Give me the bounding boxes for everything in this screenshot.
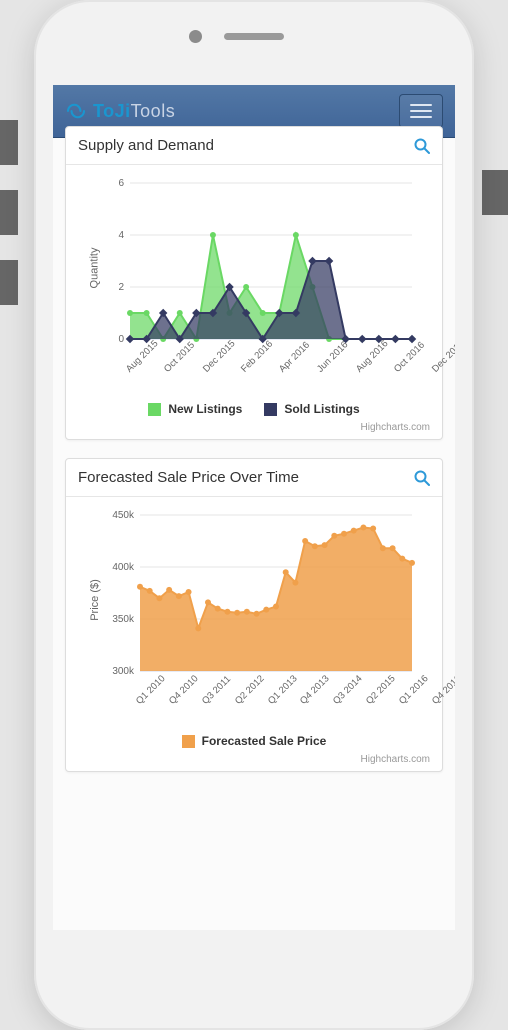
panel-header: Forecasted Sale Price Over Time [66,459,442,497]
bg-stub [0,260,18,305]
y-axis-label: Quantity [88,247,100,288]
panel-title: Forecasted Sale Price Over Time [78,469,299,486]
hamburger-icon [410,116,432,118]
legend-item-sold-listings[interactable]: Sold Listings [264,402,359,416]
phone-frame: ToJiTools Supply and Demand Quantity [34,0,474,1030]
svg-text:0: 0 [118,334,124,345]
phone-speaker-icon [224,33,284,40]
svg-text:350k: 350k [112,614,135,625]
bg-stub [0,190,18,235]
phone-camera-icon [189,30,202,43]
chart-forecast: Price ($) 300k350k400k450k Q1 2010Q4 201… [78,507,430,692]
svg-text:4: 4 [118,230,124,241]
hamburger-icon [410,104,432,106]
legend-label: Sold Listings [284,402,359,416]
content: Supply and Demand Quantity 0 2 4 6 Aug 2015… [53,138,455,784]
svg-text:6: 6 [118,178,124,189]
bg-stub [482,170,508,215]
bg-stub [0,120,18,165]
chart-credit[interactable]: Highcharts.com [78,754,430,765]
legend-item-new-listings[interactable]: New Listings [148,402,242,416]
panel-title: Supply and Demand [78,137,214,154]
brand[interactable]: ToJiTools [65,101,175,122]
y-axis-label: Price ($) [89,579,101,621]
svg-text:2: 2 [118,282,124,293]
legend-label: New Listings [168,402,242,416]
x-axis-ticks: Q1 2010Q4 2010Q3 2011Q2 2012Q1 2013Q4 20… [100,681,436,692]
legend-swatch [182,735,195,748]
chart-credit[interactable]: Highcharts.com [78,422,430,433]
legend-swatch [148,403,161,416]
panel-header: Supply and Demand [66,127,442,165]
panel-body: Quantity 0 2 4 6 Aug 2015Oct 2015Dec 2015Fe… [66,165,442,439]
zoom-icon[interactable] [414,470,430,486]
legend-swatch [264,403,277,416]
menu-button[interactable] [399,94,443,128]
panel-supply-demand: Supply and Demand Quantity 0 2 4 6 Aug 2015… [65,126,443,440]
legend-item-forecast[interactable]: Forecasted Sale Price [182,734,327,748]
hamburger-icon [410,110,432,112]
chart-supply-demand: Quantity 0246 Aug 2015Oct 2015Dec 2015Fe… [78,175,430,360]
svg-text:450k: 450k [112,510,135,521]
legend-label: Forecasted Sale Price [202,734,327,748]
screen: ToJiTools Supply and Demand Quantity [53,85,455,930]
chart-plot: 0 2 4 6 [106,175,418,345]
zoom-icon[interactable] [414,138,430,154]
brand-logo-icon [65,103,87,119]
panel-body: Price ($) 300k 350k 400k 450k Q1 2010Q4 201… [66,497,442,771]
panel-forecast: Forecasted Sale Price Over Time Price ($… [65,458,443,772]
brand-text-1: ToJi [93,101,131,121]
legend: New Listings Sold Listings [78,402,430,416]
x-axis-ticks: Aug 2015Oct 2015Dec 2015Feb 2016Apr 2016… [100,349,436,360]
chart-plot: 300k 350k 400k 450k [106,507,418,677]
svg-text:300k: 300k [112,666,135,677]
legend: Forecasted Sale Price [78,734,430,748]
brand-text-2: Tools [131,101,176,121]
svg-text:400k: 400k [112,562,135,573]
